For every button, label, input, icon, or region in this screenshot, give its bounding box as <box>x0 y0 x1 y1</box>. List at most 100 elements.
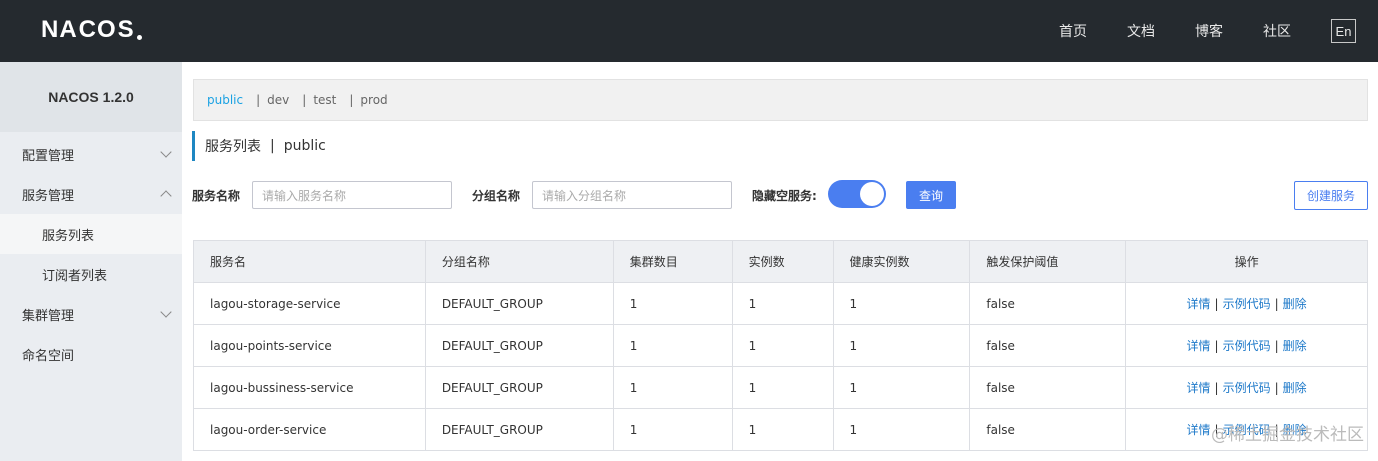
cell-service-name: lagou-order-service <box>193 408 426 451</box>
cell-instance-count: 1 <box>731 324 834 367</box>
sidebar-item-label: 集群管理 <box>22 308 75 324</box>
watermark: @稀土掘金技术社区 <box>1211 425 1364 445</box>
col-service-name: 服务名 <box>193 240 426 283</box>
sidebar-item-cluster[interactable]: 集群管理 <box>0 294 182 334</box>
detail-link[interactable]: 详情 <box>1187 339 1211 353</box>
hide-empty-label: 隐藏空服务: <box>752 188 817 203</box>
cell-protect-threshold: false <box>969 408 1127 451</box>
top-nav: 首页 文档 博客 社区 En <box>1019 0 1356 62</box>
chevron-down-icon <box>160 146 172 158</box>
cell-operations: 详情 | 示例代码 | 删除 <box>1125 366 1368 409</box>
filter-bar: 服务名称 请输入服务名称 分组名称 请输入分组名称 隐藏空服务: 查询 创建服务 <box>192 180 1368 210</box>
group-name-label: 分组名称 <box>472 188 521 203</box>
cell-group-name: DEFAULT_GROUP <box>424 408 614 451</box>
col-group-name: 分组名称 <box>424 240 614 283</box>
cell-cluster-count: 1 <box>612 282 733 325</box>
sample-code-link[interactable]: 示例代码 <box>1223 297 1271 311</box>
namespace-separator: | <box>302 93 307 107</box>
language-switch-button[interactable]: En <box>1331 19 1356 43</box>
nav-home[interactable]: 首页 <box>1059 21 1087 41</box>
cell-instance-count: 1 <box>731 408 834 451</box>
detail-link[interactable]: 详情 <box>1187 381 1211 395</box>
col-operations: 操作 <box>1125 240 1368 283</box>
namespace-separator: | <box>349 93 354 107</box>
nav-docs[interactable]: 文档 <box>1127 21 1155 41</box>
sample-code-link[interactable]: 示例代码 <box>1223 381 1271 395</box>
namespace-public[interactable]: public <box>207 93 243 107</box>
cell-protect-threshold: false <box>969 282 1127 325</box>
namespace-separator: | <box>256 93 261 107</box>
table-row: lagou-points-service DEFAULT_GROUP 1 1 1… <box>193 324 1368 367</box>
cell-service-name: lagou-storage-service <box>193 282 426 325</box>
col-instance-count: 实例数 <box>731 240 834 283</box>
sidebar-item-label: 服务列表 <box>42 228 95 244</box>
service-name-label: 服务名称 <box>192 188 241 203</box>
cell-instance-count: 1 <box>731 282 834 325</box>
chevron-up-icon <box>160 190 172 202</box>
cell-group-name: DEFAULT_GROUP <box>424 366 614 409</box>
sidebar-item-config[interactable]: 配置管理 <box>0 134 182 174</box>
toggle-knob <box>860 182 884 206</box>
nav-blog[interactable]: 博客 <box>1195 21 1223 41</box>
namespace-bar: public | dev | test | prod <box>193 79 1368 121</box>
sidebar-item-subscribers[interactable]: 订阅者列表 <box>0 254 182 294</box>
delete-link[interactable]: 删除 <box>1283 297 1307 311</box>
detail-link[interactable]: 详情 <box>1187 297 1211 311</box>
cell-operations: 详情 | 示例代码 | 删除 <box>1125 324 1368 367</box>
sidebar-title: NACOS 1.2.0 <box>0 62 182 132</box>
logo-dot <box>136 34 142 40</box>
cell-healthy-count: 1 <box>832 324 971 367</box>
chevron-down-icon <box>160 306 172 318</box>
page-title-text: 服务列表 <box>205 139 261 155</box>
table-row: lagou-order-service DEFAULT_GROUP 1 1 1 … <box>193 408 1368 451</box>
create-service-button[interactable]: 创建服务 <box>1294 181 1368 210</box>
detail-link[interactable]: 详情 <box>1187 423 1211 437</box>
cell-operations: 详情 | 示例代码 | 删除 <box>1125 282 1368 325</box>
namespace-test[interactable]: test <box>313 93 336 107</box>
service-name-input[interactable]: 请输入服务名称 <box>252 181 452 209</box>
nav-community[interactable]: 社区 <box>1263 21 1291 41</box>
title-separator: | <box>270 138 275 154</box>
cell-group-name: DEFAULT_GROUP <box>424 282 614 325</box>
sample-code-link[interactable]: 示例代码 <box>1223 339 1271 353</box>
sidebar-item-namespace[interactable]: 命名空间 <box>0 334 182 374</box>
cell-cluster-count: 1 <box>612 324 733 367</box>
nacos-logo[interactable]: NA CO S <box>41 15 142 45</box>
table-row: lagou-bussiness-service DEFAULT_GROUP 1 … <box>193 366 1368 409</box>
sidebar-item-label: 配置管理 <box>22 148 75 164</box>
delete-link[interactable]: 删除 <box>1283 381 1307 395</box>
sidebar-item-label: 服务管理 <box>22 188 75 204</box>
col-protect-threshold: 触发保护阈值 <box>969 240 1127 283</box>
cell-cluster-count: 1 <box>612 408 733 451</box>
page-title: 服务列表 | public <box>192 131 326 161</box>
namespace-prod[interactable]: prod <box>360 93 387 107</box>
cell-protect-threshold: false <box>969 324 1127 367</box>
logo-text-post: S <box>117 16 135 43</box>
main-content: public | dev | test | prod 服务列表 | public… <box>182 62 1378 461</box>
sidebar-item-service-mgmt[interactable]: 服务管理 <box>0 174 182 214</box>
delete-link[interactable]: 删除 <box>1283 339 1307 353</box>
sidebar-item-service-list[interactable]: 服务列表 <box>0 214 182 254</box>
cell-healthy-count: 1 <box>832 408 971 451</box>
sidebar-item-label: 命名空间 <box>22 348 75 364</box>
col-cluster-count: 集群数目 <box>612 240 733 283</box>
table-header-row: 服务名 分组名称 集群数目 实例数 健康实例数 触发保护阈值 操作 <box>193 240 1368 283</box>
cell-instance-count: 1 <box>731 366 834 409</box>
cell-service-name: lagou-bussiness-service <box>193 366 426 409</box>
namespace-dev[interactable]: dev <box>267 93 289 107</box>
logo-text-co: CO <box>78 16 117 43</box>
col-healthy-count: 健康实例数 <box>832 240 971 283</box>
logo-text-pre: NA <box>41 16 78 43</box>
cell-group-name: DEFAULT_GROUP <box>424 324 614 367</box>
group-name-input[interactable]: 请输入分组名称 <box>532 181 732 209</box>
cell-protect-threshold: false <box>969 366 1127 409</box>
cell-service-name: lagou-points-service <box>193 324 426 367</box>
hide-empty-toggle[interactable] <box>828 180 886 208</box>
service-table: 服务名 分组名称 集群数目 实例数 健康实例数 触发保护阈值 操作 lagou-… <box>193 240 1368 451</box>
sidebar-item-label: 订阅者列表 <box>42 268 108 284</box>
cell-healthy-count: 1 <box>832 366 971 409</box>
cell-cluster-count: 1 <box>612 366 733 409</box>
page-title-namespace: public <box>283 138 326 154</box>
query-button[interactable]: 查询 <box>906 181 956 209</box>
table-row: lagou-storage-service DEFAULT_GROUP 1 1 … <box>193 282 1368 325</box>
